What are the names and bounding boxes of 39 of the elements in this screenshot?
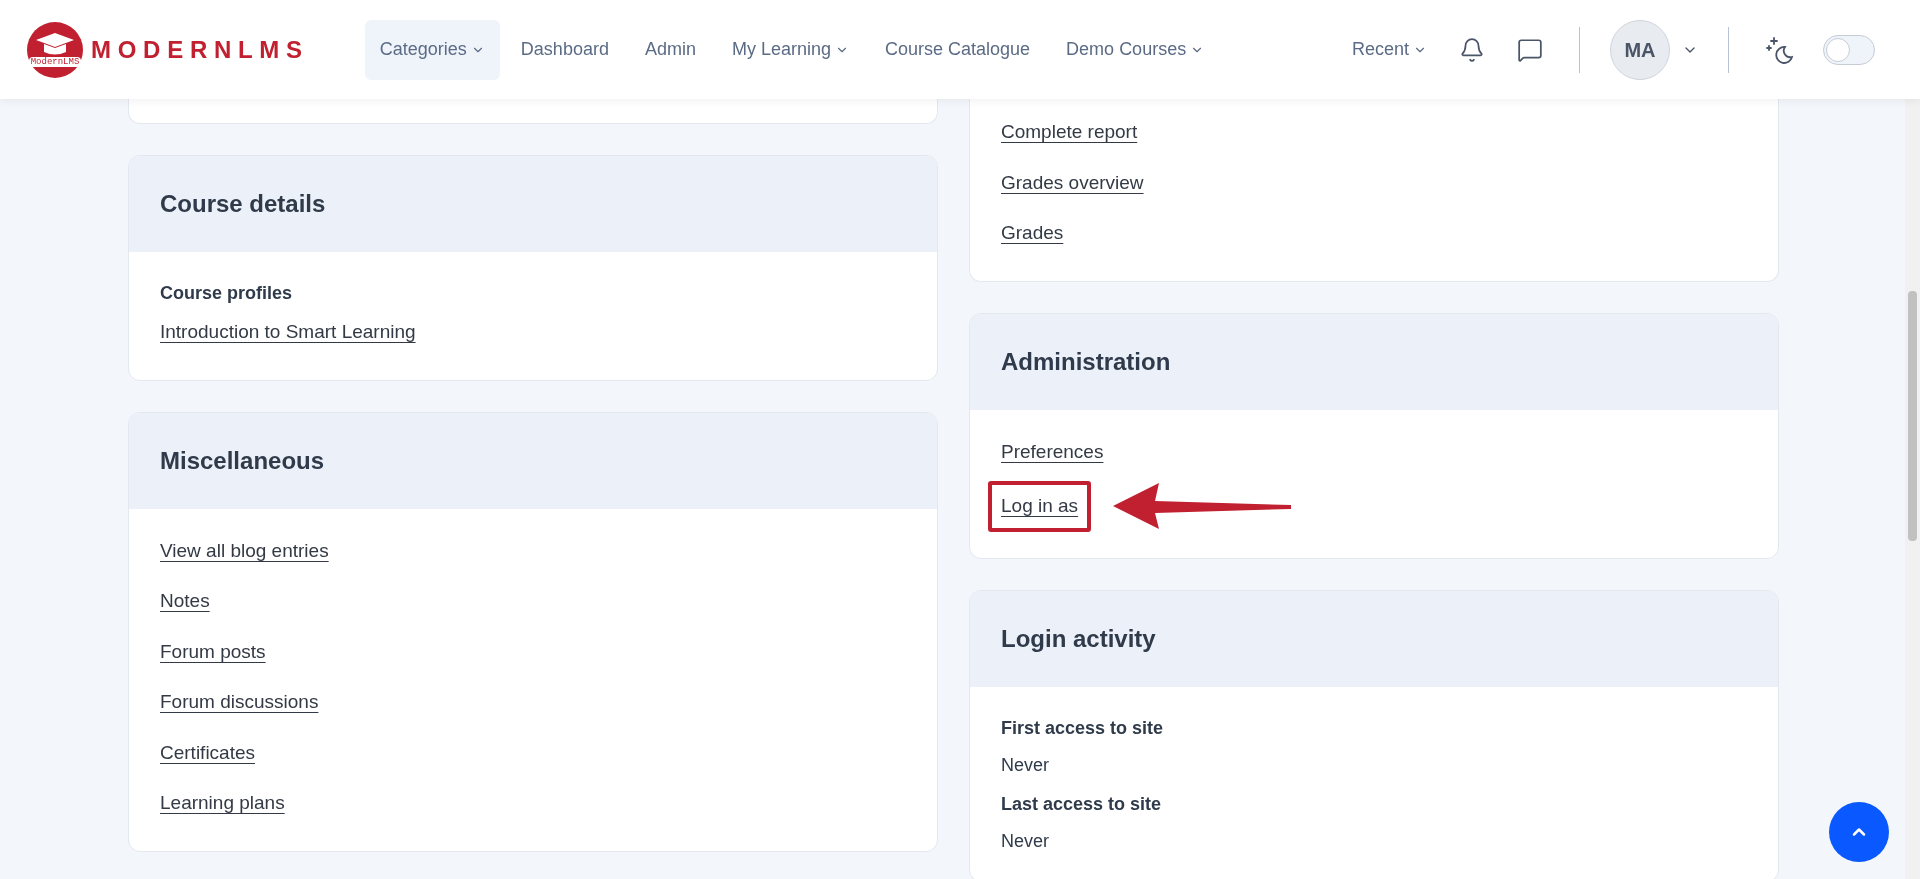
nav-link[interactable]: Demo Courses xyxy=(1051,19,1220,80)
scrollbar[interactable] xyxy=(1905,99,1920,879)
link[interactable]: Complete report xyxy=(1001,121,1138,142)
nav-link[interactable]: Categories xyxy=(364,19,500,80)
field-value: Never xyxy=(1001,753,1050,777)
field-value: Never xyxy=(1001,829,1050,853)
field-label: Course profiles xyxy=(160,282,294,305)
bell-icon[interactable] xyxy=(1459,36,1485,63)
link[interactable]: Log in as xyxy=(1001,495,1079,516)
nav-link[interactable]: Admin xyxy=(629,19,711,80)
link[interactable]: Forum posts xyxy=(160,640,266,662)
logo-emblem[interactable]: ModernLMS xyxy=(27,21,83,78)
nav-link[interactable]: Course Catalogue xyxy=(870,19,1046,80)
dark-mode-toggle[interactable] xyxy=(1823,34,1875,65)
link[interactable]: Learning plans xyxy=(160,792,285,813)
nav-link[interactable]: Dashboard xyxy=(505,19,624,80)
nav-link[interactable]: My Learning xyxy=(716,19,864,80)
card-title: Course details xyxy=(160,189,326,219)
link[interactable]: Introduction to Smart Learning xyxy=(160,321,416,342)
moon-stars-icon[interactable] xyxy=(1765,34,1795,65)
recent-menu[interactable]: Recent xyxy=(1351,36,1427,63)
link[interactable]: Certificates xyxy=(160,741,256,763)
logo-caption: ModernLMS xyxy=(28,57,82,67)
field-label: Last access to site xyxy=(1001,792,1163,816)
logo-wordmark[interactable]: MODERNLMS xyxy=(91,31,309,68)
graduation-cap-icon xyxy=(35,32,75,56)
link[interactable]: Preferences xyxy=(1001,440,1104,462)
back-to-top-button[interactable] xyxy=(1829,802,1889,862)
user-avatar[interactable]: MA xyxy=(1610,19,1670,80)
link[interactable]: View all blog entries xyxy=(160,539,329,561)
link[interactable]: Forum discussions xyxy=(160,691,319,712)
chat-icon[interactable] xyxy=(1517,36,1543,63)
link[interactable]: Notes xyxy=(160,590,210,611)
card-title: Miscellaneous xyxy=(160,445,325,476)
card-title: Login activity xyxy=(1001,623,1156,654)
field-label: First access to site xyxy=(1001,716,1165,740)
link[interactable]: Grades xyxy=(1001,222,1064,243)
link[interactable]: Grades overview xyxy=(1001,171,1144,193)
card-title: Administration xyxy=(1001,346,1171,377)
